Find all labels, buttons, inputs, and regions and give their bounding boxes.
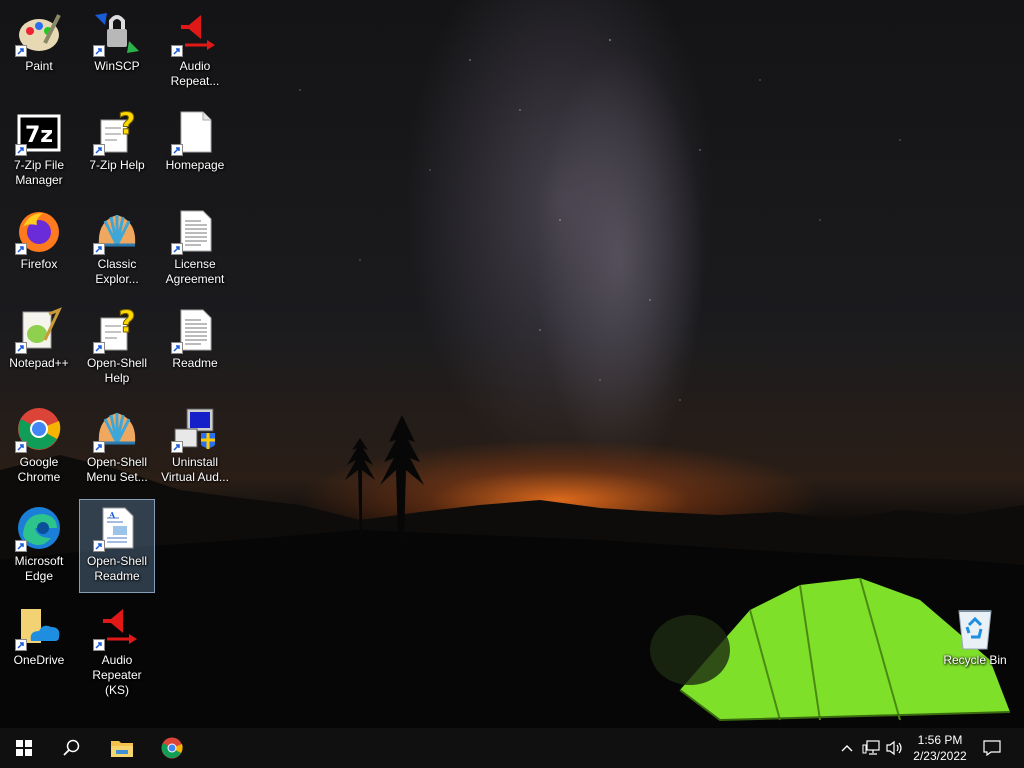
shortcut-arrow-icon — [93, 540, 105, 552]
shortcut-arrow-icon — [93, 342, 105, 354]
desktop-icon-notepadpp[interactable]: Notepad++ — [1, 301, 77, 395]
windows-start-icon — [16, 740, 32, 756]
desktop-icon-label: Open-Shell Menu Set... — [86, 455, 148, 484]
file-explorer-icon — [111, 741, 133, 757]
desktop-icon-readme[interactable]: Readme — [157, 301, 233, 395]
shortcut-arrow-icon — [93, 441, 105, 453]
desktop-icon-firefox[interactable]: Firefox — [1, 202, 77, 296]
network-icon — [862, 740, 880, 755]
shortcut-arrow-icon — [15, 639, 27, 651]
desktop-icon-label: Readme — [172, 356, 218, 370]
network-button[interactable] — [860, 728, 882, 768]
desktop-icon-label: Homepage — [165, 158, 225, 172]
svg-text:7z: 7z — [25, 123, 53, 148]
shortcut-arrow-icon — [93, 639, 105, 651]
svg-text:?: ? — [118, 306, 135, 340]
desktop-icon-label: Audio Repeat... — [170, 59, 220, 88]
desktop-icon-onedrive[interactable]: OneDrive — [1, 598, 77, 692]
taskbar: 1:56 PM 2/23/2022 — [0, 728, 1024, 768]
desktop-icon-label: Firefox — [20, 257, 58, 271]
shortcut-arrow-icon — [15, 45, 27, 57]
desktop-icon-label: Google Chrome — [17, 455, 61, 484]
desktop-icon-7zip-help[interactable]: ? 7-Zip Help — [79, 103, 155, 197]
desktop-icon-label: Classic Explor... — [95, 257, 139, 286]
shortcut-arrow-icon — [15, 342, 27, 354]
shortcut-arrow-icon — [15, 540, 27, 552]
shortcut-arrow-icon — [15, 144, 27, 156]
desktop-icon-label: Microsoft Edge — [14, 554, 64, 583]
desktop-icon-audio-repeater[interactable]: Audio Repeat... — [157, 4, 233, 98]
desktop[interactable]: Paint 7z 7-Zip File Manager Firefox Note… — [0, 0, 1024, 728]
show-hidden-icons-button[interactable] — [838, 728, 856, 768]
shortcut-arrow-icon — [15, 243, 27, 255]
shortcut-arrow-icon — [93, 144, 105, 156]
search-icon — [63, 739, 80, 756]
chrome-icon — [161, 737, 183, 759]
desktop-icon-label: Recycle Bin — [943, 653, 1007, 667]
clock-date: 2/23/2022 — [913, 749, 967, 763]
desktop-icon-7zip[interactable]: 7z 7-Zip File Manager — [1, 103, 77, 197]
desktop-icon-open-shell-readme[interactable]: A Open-Shell Readme — [79, 499, 155, 593]
desktop-icon-label: License Agreement — [165, 257, 225, 286]
shortcut-arrow-icon — [171, 243, 183, 255]
desktop-icon-label: OneDrive — [13, 653, 65, 667]
desktop-icon-label: 7-Zip Help — [89, 158, 145, 172]
svg-text:A: A — [108, 510, 116, 520]
svg-text:?: ? — [118, 108, 135, 142]
desktop-icon-homepage[interactable]: Homepage — [157, 103, 233, 197]
shortcut-arrow-icon — [15, 441, 27, 453]
action-center-icon — [983, 740, 1001, 756]
desktop-icon-recycle-bin[interactable]: Recycle Bin — [937, 598, 1013, 692]
desktop-icon-classic-explorer[interactable]: Classic Explor... — [79, 202, 155, 296]
desktop-icon-label: Paint — [25, 59, 53, 73]
shortcut-arrow-icon — [93, 45, 105, 57]
shortcut-arrow-icon — [93, 243, 105, 255]
desktop-icon-open-shell-menu-settings[interactable]: Open-Shell Menu Set... — [79, 400, 155, 494]
start-button[interactable] — [0, 728, 48, 768]
desktop-icon-paint[interactable]: Paint — [1, 4, 77, 98]
desktop-icon-label: 7-Zip File Manager — [13, 158, 64, 187]
desktop-icon-winscp[interactable]: WinSCP — [79, 4, 155, 98]
taskbar-clock[interactable]: 1:56 PM 2/23/2022 — [905, 728, 975, 768]
desktop-icon-microsoft-edge[interactable]: Microsoft Edge — [1, 499, 77, 593]
shortcut-arrow-icon — [171, 45, 183, 57]
volume-button[interactable] — [884, 728, 906, 768]
desktop-icon-label: Open-Shell Help — [86, 356, 148, 385]
desktop-icon-google-chrome[interactable]: Google Chrome — [1, 400, 77, 494]
clock-time: 1:56 PM — [917, 733, 963, 747]
desktop-icon-label: Audio Repeater (KS) — [92, 653, 142, 697]
desktop-icon-label: Uninstall Virtual Aud... — [161, 455, 229, 484]
taskbar-google-chrome[interactable] — [148, 728, 196, 768]
chevron-up-icon — [841, 745, 853, 752]
desktop-icon-label: WinSCP — [94, 59, 140, 73]
shortcut-arrow-icon — [171, 342, 183, 354]
volume-icon — [886, 740, 902, 756]
desktop-icon-label: Notepad++ — [9, 356, 69, 370]
action-center-button[interactable] — [978, 728, 1006, 768]
taskbar-file-explorer[interactable] — [98, 728, 146, 768]
shortcut-arrow-icon — [171, 441, 183, 453]
desktop-icon-label: Open-Shell Readme — [86, 554, 148, 583]
recycle-bin-icon — [958, 610, 992, 650]
desktop-icon-license-agreement[interactable]: License Agreement — [157, 202, 233, 296]
desktop-icon-open-shell-help[interactable]: ? Open-Shell Help — [79, 301, 155, 395]
desktop-icon-audio-repeater-ks[interactable]: Audio Repeater (KS) — [79, 598, 155, 697]
desktop-icon-uninstall-virtual-audio[interactable]: Uninstall Virtual Aud... — [157, 400, 233, 494]
shortcut-arrow-icon — [171, 144, 183, 156]
search-button[interactable] — [48, 728, 96, 768]
